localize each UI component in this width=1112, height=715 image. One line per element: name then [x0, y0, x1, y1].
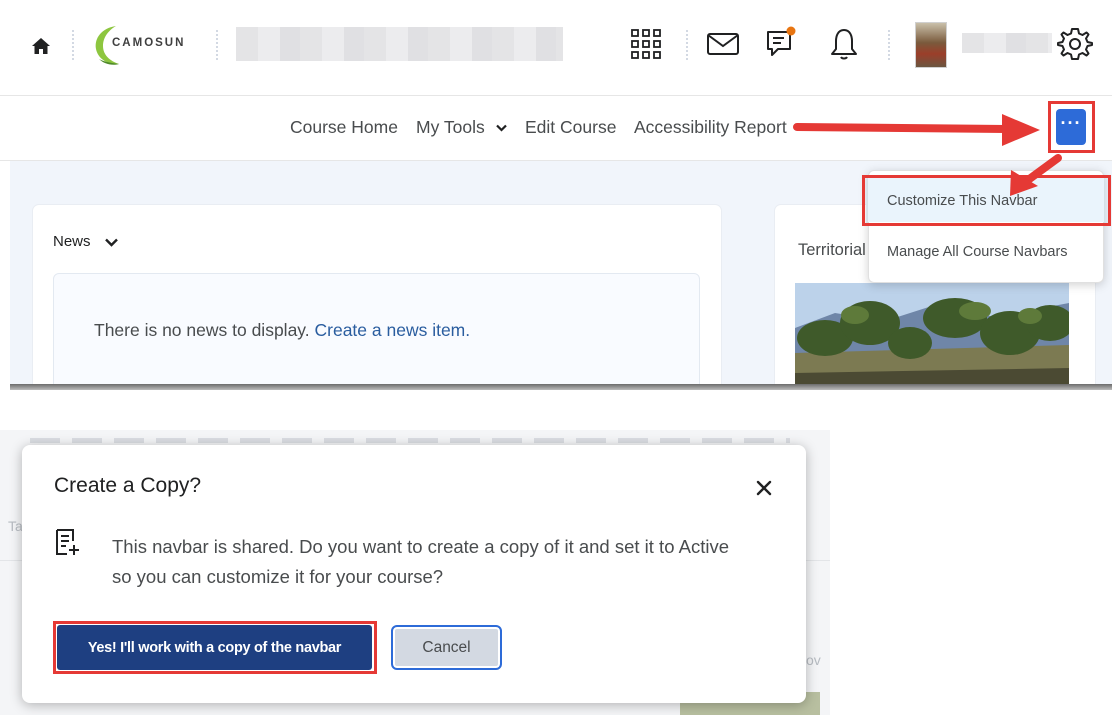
screenshot-edge: [10, 384, 1112, 390]
cancel-button[interactable]: Cancel: [391, 625, 502, 670]
document-icon: [56, 529, 79, 555]
background-text: ov: [806, 652, 821, 668]
background-text: Ta: [8, 518, 23, 534]
annotation-arrows: [793, 114, 1062, 196]
annotation-highlight-box: [53, 621, 377, 674]
close-icon[interactable]: [754, 478, 774, 498]
dialog-message: This navbar is shared. Do you want to cr…: [112, 536, 729, 587]
background-blur: [30, 438, 790, 443]
dialog-title: Create a Copy?: [54, 474, 202, 497]
top-screenshot: CAMOSUN Course Home My Tools Edit Course…: [0, 0, 1112, 390]
